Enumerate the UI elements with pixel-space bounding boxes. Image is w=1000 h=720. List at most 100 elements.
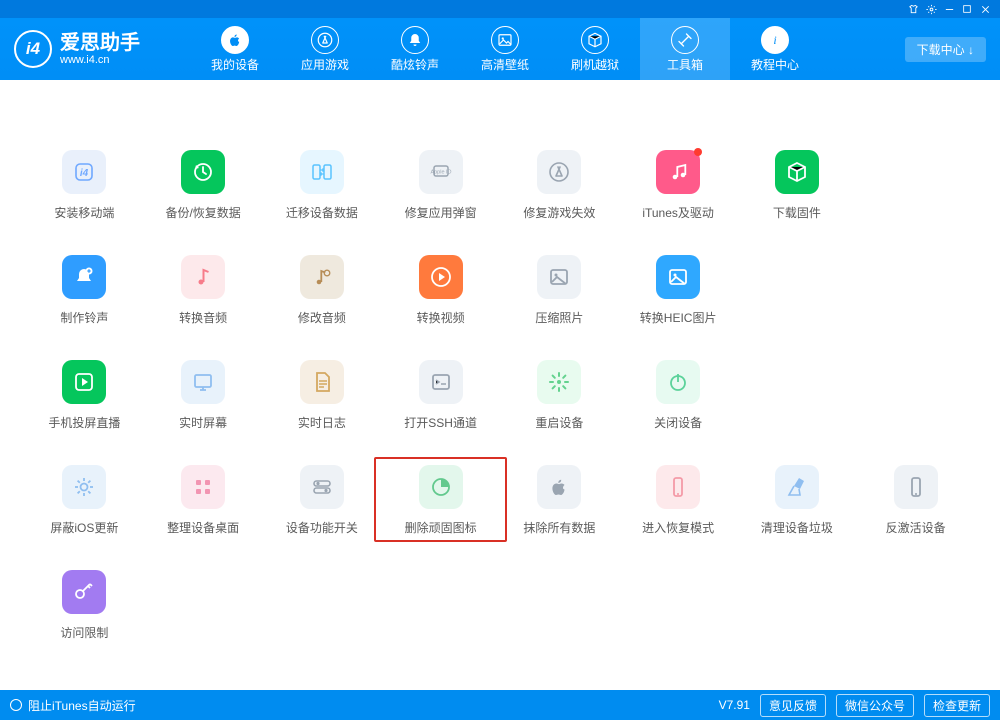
cube-icon (775, 150, 819, 194)
tool-label: 下载固件 (773, 204, 821, 221)
tool-realtime-screen[interactable]: 实时屏幕 (147, 360, 260, 431)
logo-title: 爱思助手 (60, 32, 140, 54)
tool-screen-cast[interactable]: 手机投屏直播 (28, 360, 141, 431)
nav-appstore[interactable]: 应用游戏 (280, 18, 370, 80)
apple-icon (221, 26, 249, 54)
info-icon (761, 26, 789, 54)
circle-icon (10, 699, 22, 711)
phone-icon (894, 465, 938, 509)
nav-image[interactable]: 高清壁纸 (460, 18, 550, 80)
nav-label: 刷机越狱 (571, 56, 619, 73)
key-icon (62, 570, 106, 614)
nav-bell[interactable]: 酷炫铃声 (370, 18, 460, 80)
tool-fix-app-popup[interactable]: 修复应用弹窗 (384, 150, 497, 221)
tool-deactivate[interactable]: 反激活设备 (859, 465, 972, 536)
power-icon (656, 360, 700, 404)
bell-icon (401, 26, 429, 54)
tool-label: 清理设备垃圾 (761, 519, 833, 536)
tool-erase-all[interactable]: 抹除所有数据 (503, 465, 616, 536)
version-label: V7.91 (719, 698, 750, 712)
tool-label: 压缩照片 (535, 309, 583, 326)
note-icon (181, 255, 225, 299)
logo-badge-icon: i4 (14, 30, 52, 68)
phone-icon (656, 465, 700, 509)
tool-label: 重启设备 (535, 414, 583, 431)
tool-feature-toggle[interactable]: 设备功能开关 (266, 465, 379, 536)
appstore-icon (537, 150, 581, 194)
image-icon (491, 26, 519, 54)
tool-make-ringtone[interactable]: 制作铃声 (28, 255, 141, 326)
tool-install-mobile[interactable]: 安装移动端 (28, 150, 141, 221)
logo[interactable]: i4 爱思助手 www.i4.cn (0, 30, 190, 68)
tool-access-restrict[interactable]: 访问限制 (28, 570, 141, 641)
download-center-button[interactable]: 下载中心 ↓ (905, 37, 986, 62)
tool-label: 修改音频 (298, 309, 346, 326)
backrestore-icon (181, 150, 225, 194)
nav-label: 教程中心 (751, 56, 799, 73)
tool-backup-restore[interactable]: 备份/恢复数据 (147, 150, 260, 221)
close-icon[interactable] (976, 0, 994, 18)
playbox-icon (62, 360, 106, 404)
tool-delete-stubborn-icon[interactable]: 删除顽固图标 (374, 457, 507, 542)
tool-recovery-mode[interactable]: 进入恢复模式 (622, 465, 735, 536)
apple-icon (537, 465, 581, 509)
tool-tidy-desktop[interactable]: 整理设备桌面 (147, 465, 260, 536)
titlebar (0, 0, 1000, 18)
footer: 阻止iTunes自动运行 V7.91 意见反馈 微信公众号 检查更新 (0, 690, 1000, 720)
tool-label: 修复游戏失效 (523, 204, 595, 221)
tool-label: 转换HEIC图片 (640, 309, 717, 326)
tool-reboot-device[interactable]: 重启设备 (503, 360, 616, 431)
tool-label: 制作铃声 (60, 309, 108, 326)
tool-compress-photo[interactable]: 压缩照片 (503, 255, 616, 326)
migrate-icon (300, 150, 344, 194)
tool-realtime-log[interactable]: 实时日志 (266, 360, 379, 431)
tool-fix-game[interactable]: 修复游戏失效 (503, 150, 616, 221)
picture-icon (537, 255, 581, 299)
tool-clean-junk[interactable]: 清理设备垃圾 (741, 465, 854, 536)
tool-edit-audio[interactable]: 修改音频 (266, 255, 379, 326)
tool-label: 整理设备桌面 (167, 519, 239, 536)
tool-label: 修复应用弹窗 (405, 204, 477, 221)
appstore-icon (311, 26, 339, 54)
minimize-icon[interactable] (940, 0, 958, 18)
nav-box[interactable]: 刷机越狱 (550, 18, 640, 80)
gear-icon[interactable] (922, 0, 940, 18)
header: i4 爱思助手 www.i4.cn 我的设备应用游戏 酷炫铃声 高清壁纸刷机越狱 工具… (0, 18, 1000, 80)
nav-tools[interactable]: 工具箱 (640, 18, 730, 80)
monitor-icon (181, 360, 225, 404)
itunes-block-status[interactable]: 阻止iTunes自动运行 (10, 697, 136, 714)
doc-icon (300, 360, 344, 404)
tool-convert-audio[interactable]: 转换音频 (147, 255, 260, 326)
tool-convert-video[interactable]: 转换视频 (384, 255, 497, 326)
wechat-button[interactable]: 微信公众号 (836, 694, 914, 717)
tool-label: 进入恢复模式 (642, 519, 714, 536)
music-icon (656, 150, 700, 194)
gear-icon (62, 465, 106, 509)
logo-subtitle: www.i4.cn (60, 54, 140, 66)
tool-label: 转换音频 (179, 309, 227, 326)
tool-itunes-driver[interactable]: iTunes及驱动 (622, 150, 735, 221)
tool-migrate-device[interactable]: 迁移设备数据 (266, 150, 379, 221)
nav-label: 应用游戏 (301, 56, 349, 73)
tool-block-ios-update[interactable]: 屏蔽iOS更新 (28, 465, 141, 536)
box-icon (581, 26, 609, 54)
tool-label: 安装移动端 (54, 204, 114, 221)
toolbox-main: 安装移动端 备份/恢复数据迁移设备数据修复应用弹窗 修复游戏失效 iTunes及驱动下… (0, 80, 1000, 690)
tool-shutdown-device[interactable]: 关闭设备 (622, 360, 735, 431)
tshirt-icon[interactable] (904, 0, 922, 18)
picture-icon (656, 255, 700, 299)
main-nav: 我的设备应用游戏 酷炫铃声 高清壁纸刷机越狱 工具箱教程中心 (190, 18, 820, 80)
tool-label: 访问限制 (60, 624, 108, 641)
tool-download-firmware[interactable]: 下载固件 (741, 150, 854, 221)
feedback-button[interactable]: 意见反馈 (760, 694, 826, 717)
tool-label: 实时屏幕 (179, 414, 227, 431)
tool-label: 实时日志 (298, 414, 346, 431)
check-update-button[interactable]: 检查更新 (924, 694, 990, 717)
tool-open-ssh[interactable]: 打开SSH通道 (384, 360, 497, 431)
maximize-icon[interactable] (958, 0, 976, 18)
tool-convert-heic[interactable]: 转换HEIC图片 (622, 255, 735, 326)
nav-info[interactable]: 教程中心 (730, 18, 820, 80)
tool-label: 打开SSH通道 (404, 414, 477, 431)
nav-apple[interactable]: 我的设备 (190, 18, 280, 80)
nav-label: 酷炫铃声 (391, 56, 439, 73)
